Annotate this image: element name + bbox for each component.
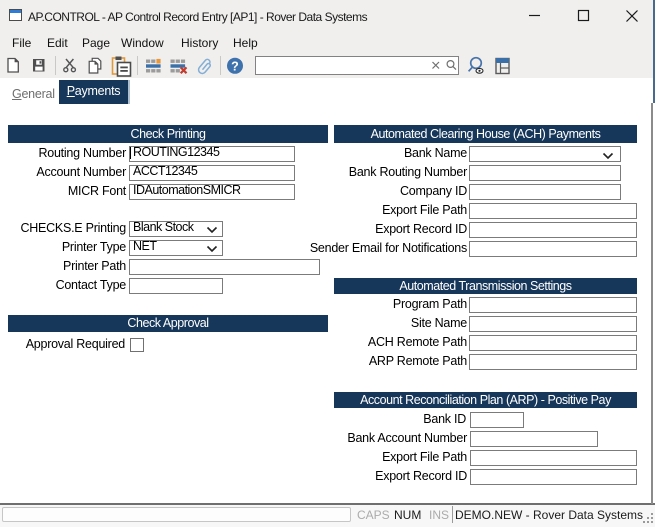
svg-text:?: ? <box>231 59 239 73</box>
